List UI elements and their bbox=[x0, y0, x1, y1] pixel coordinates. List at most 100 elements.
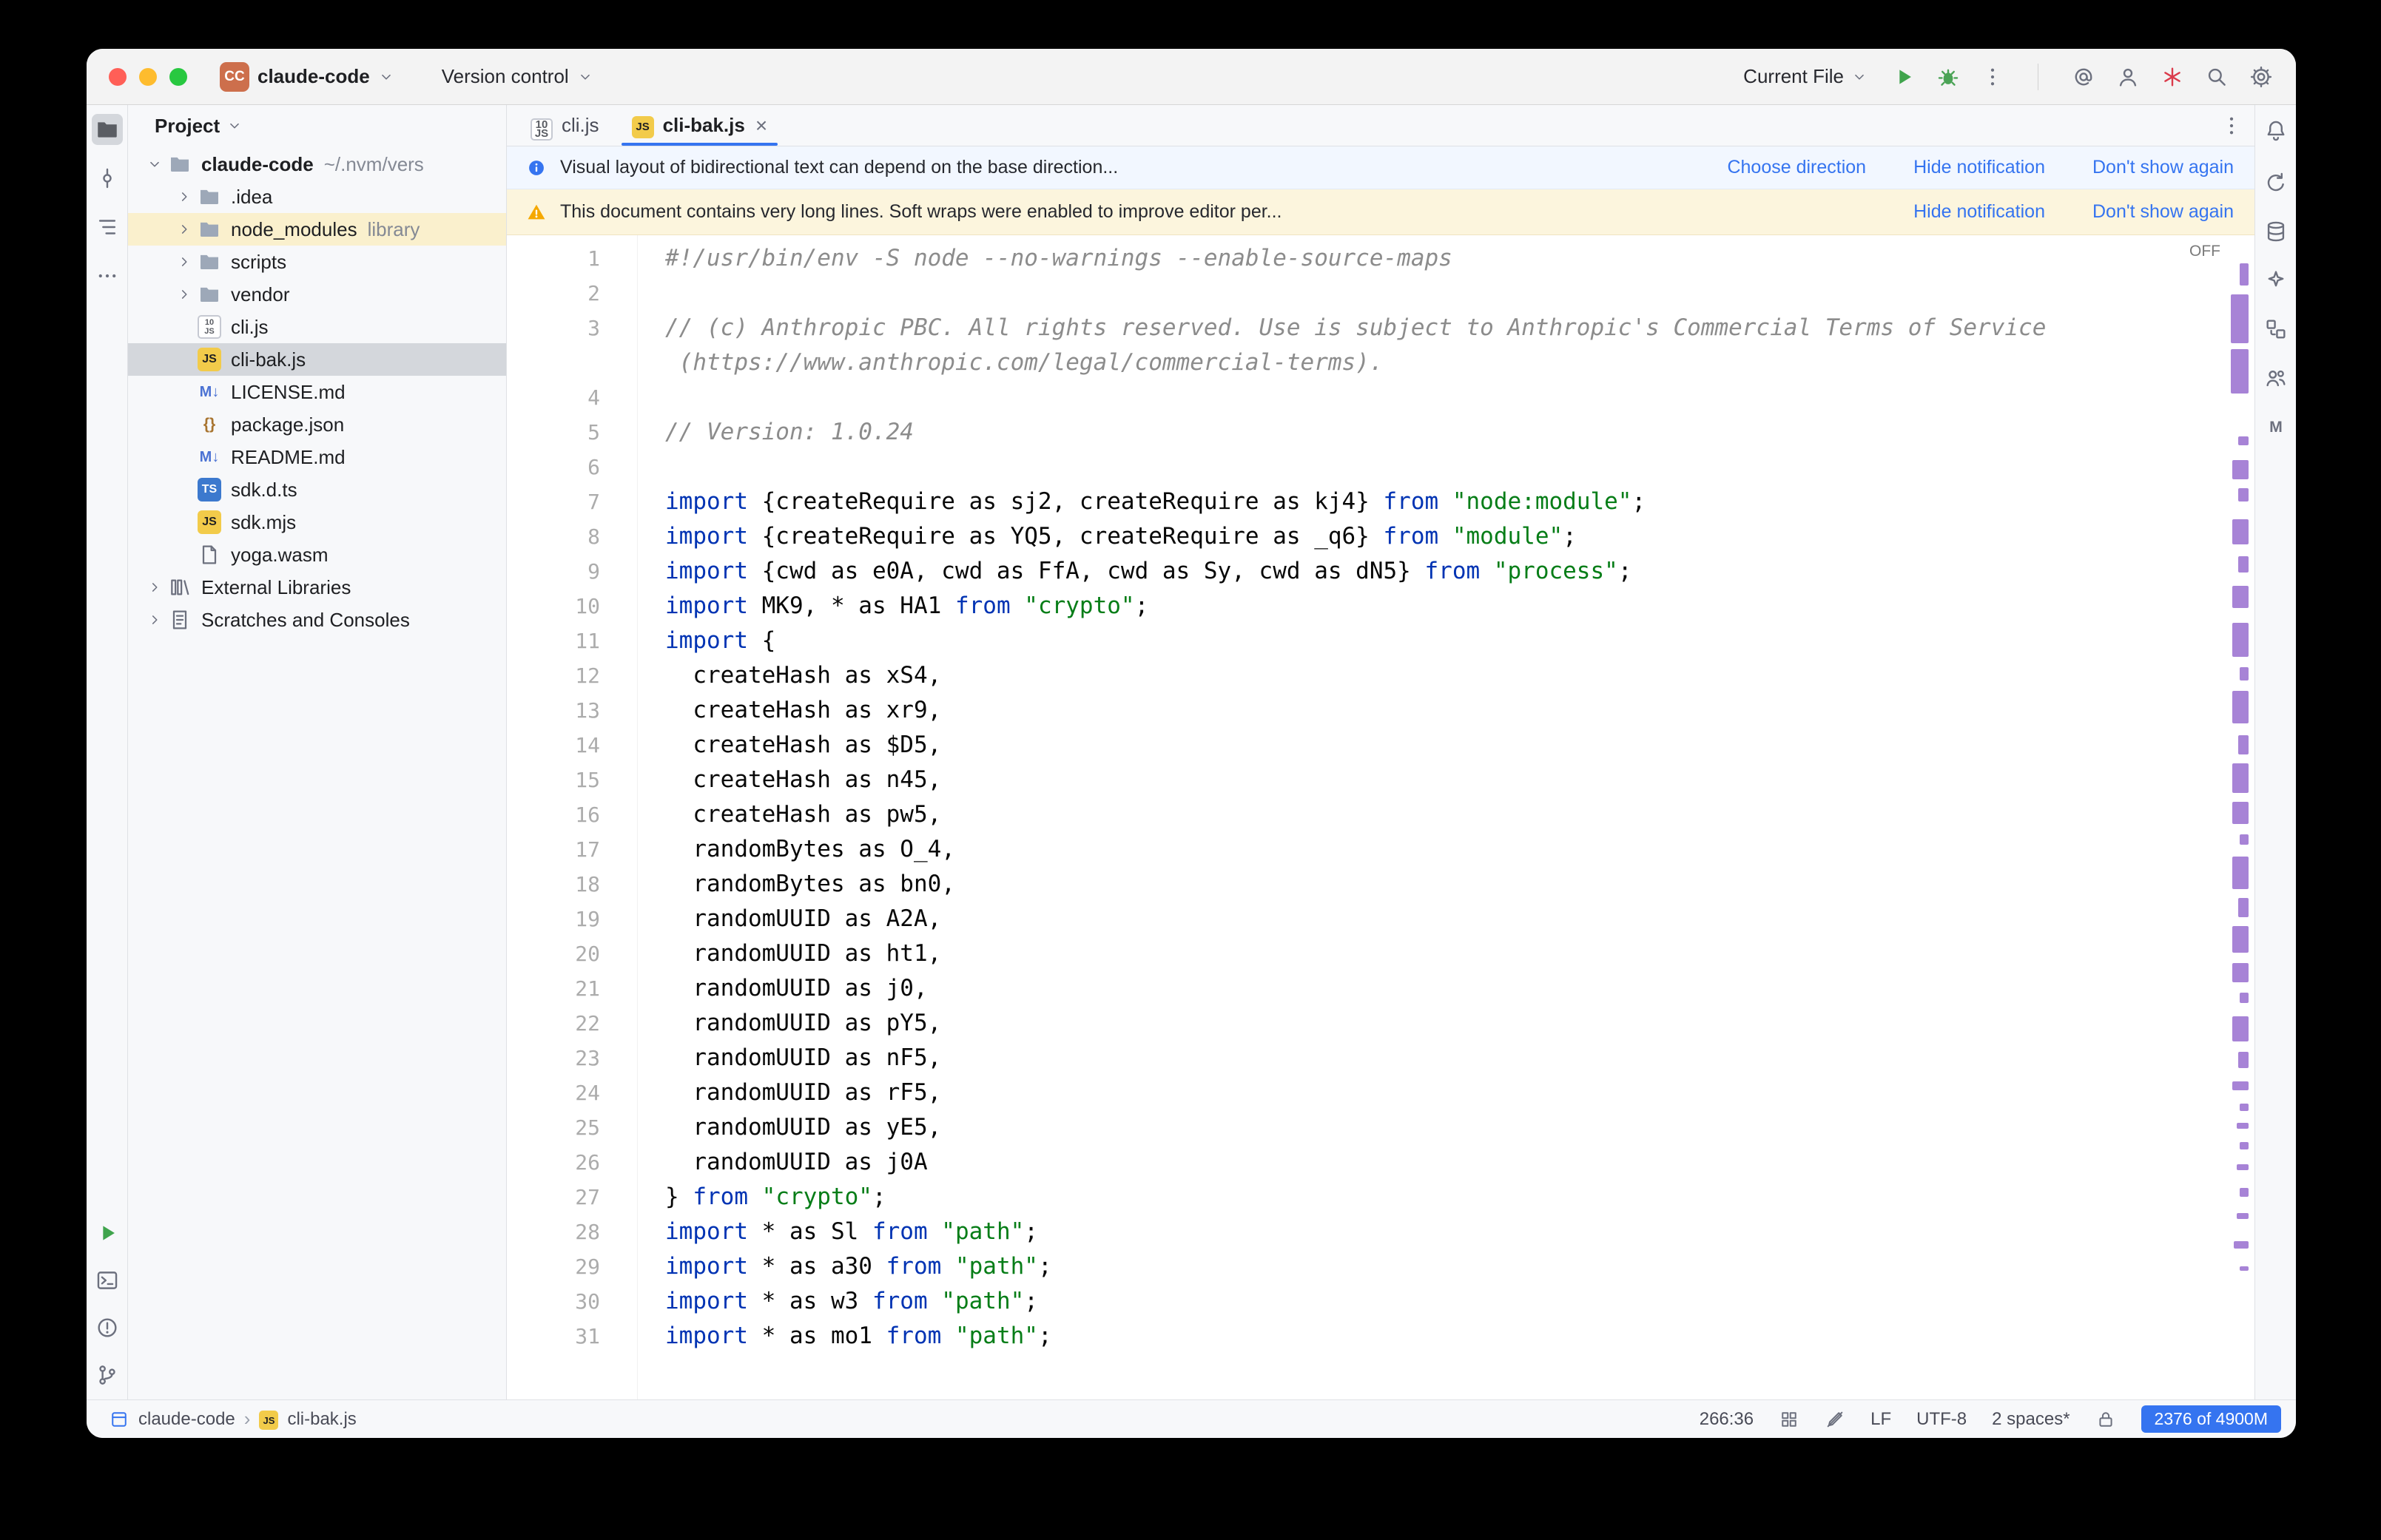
more-tools-button[interactable] bbox=[92, 260, 123, 291]
code-row[interactable]: 7import {createRequire as sj2, createReq… bbox=[507, 484, 2201, 519]
code-row[interactable]: 11import { bbox=[507, 624, 2201, 658]
line-number[interactable]: 29 bbox=[507, 1249, 600, 1284]
debug-button[interactable] bbox=[1936, 64, 1961, 90]
run-tool-button[interactable] bbox=[92, 1218, 123, 1249]
code-row[interactable]: 25 randomUUID as yE5, bbox=[507, 1110, 2201, 1145]
code-row[interactable]: 23 randomUUID as nF5, bbox=[507, 1041, 2201, 1075]
line-number[interactable]: 16 bbox=[507, 797, 600, 832]
database-tool-button[interactable] bbox=[2260, 216, 2291, 247]
line-number[interactable]: 21 bbox=[507, 971, 600, 1006]
commit-tool-button[interactable] bbox=[92, 163, 123, 194]
readonly-toggle[interactable] bbox=[1825, 1409, 1845, 1430]
code-row[interactable]: 26 randomUUID as j0A bbox=[507, 1145, 2201, 1180]
code-row[interactable]: 16 createHash as pw5, bbox=[507, 797, 2201, 832]
tree-item-sdk-mjs[interactable]: JSsdk.mjs bbox=[128, 506, 506, 538]
more-actions-button[interactable] bbox=[1980, 64, 2005, 90]
line-number[interactable]: 22 bbox=[507, 1006, 600, 1041]
tree-item-scratches-and-consoles[interactable]: Scratches and Consoles bbox=[128, 604, 506, 636]
code-row[interactable]: 15 createHash as n45, bbox=[507, 763, 2201, 797]
line-number[interactable]: 26 bbox=[507, 1145, 600, 1180]
mentions-icon[interactable] bbox=[2071, 64, 2096, 90]
code-row[interactable]: 31import * as mo1 from "path"; bbox=[507, 1319, 2201, 1354]
code-row[interactable]: 2 bbox=[507, 276, 2201, 311]
line-number[interactable]: 31 bbox=[507, 1319, 600, 1354]
code-row[interactable]: 18 randomBytes as bn0, bbox=[507, 867, 2201, 902]
tree-item-vendor[interactable]: vendor bbox=[128, 278, 506, 311]
line-number[interactable]: 17 bbox=[507, 832, 600, 867]
chevron-down-icon[interactable] bbox=[141, 156, 168, 172]
chevron-right-icon[interactable] bbox=[171, 221, 198, 237]
line-number[interactable]: 1 bbox=[507, 241, 600, 276]
column-selection[interactable] bbox=[1779, 1409, 1799, 1430]
code-row[interactable]: 20 randomUUID as ht1, bbox=[507, 936, 2201, 971]
hide-notification-link[interactable]: Hide notification bbox=[1913, 157, 2045, 178]
tab-cli-bak-js[interactable]: JS cli-bak.js × bbox=[616, 105, 784, 146]
structure-tool-button[interactable] bbox=[92, 212, 123, 243]
line-number[interactable]: 30 bbox=[507, 1284, 600, 1319]
line-number[interactable]: 11 bbox=[507, 624, 600, 658]
dont-show-again-link[interactable]: Don't show again bbox=[2092, 201, 2234, 223]
line-number[interactable]: 27 bbox=[507, 1180, 600, 1215]
maven-tool-button[interactable]: M bbox=[2260, 411, 2291, 442]
line-number[interactable]: 13 bbox=[507, 693, 600, 728]
tree-item-readme-md[interactable]: M↓README.md bbox=[128, 441, 506, 473]
line-number[interactable]: 7 bbox=[507, 484, 600, 519]
search-everywhere-icon[interactable] bbox=[2204, 64, 2229, 90]
code-row[interactable]: 19 randomUUID as A2A, bbox=[507, 902, 2201, 936]
run-button[interactable] bbox=[1891, 64, 1916, 90]
ai-assistant-tool-button[interactable] bbox=[2260, 265, 2291, 296]
code-row[interactable]: 27} from "crypto"; bbox=[507, 1180, 2201, 1215]
line-number[interactable]: 15 bbox=[507, 763, 600, 797]
line-number[interactable]: 24 bbox=[507, 1075, 600, 1110]
code-row[interactable]: 30import * as w3 from "path"; bbox=[507, 1284, 2201, 1319]
analysis-status[interactable]: OFF bbox=[2189, 243, 2220, 260]
settings-sync-button[interactable] bbox=[2260, 167, 2291, 198]
tree-item-scripts[interactable]: scripts bbox=[128, 246, 506, 278]
tree-item-cli-js[interactable]: 10JScli.js bbox=[128, 311, 506, 343]
chevron-right-icon[interactable] bbox=[171, 254, 198, 270]
settings-icon[interactable] bbox=[2249, 64, 2274, 90]
problems-tool-button[interactable] bbox=[92, 1312, 123, 1343]
scroll-marks[interactable] bbox=[2229, 238, 2249, 1397]
code-row[interactable]: 29import * as a30 from "path"; bbox=[507, 1249, 2201, 1284]
code-row[interactable]: 14 createHash as $D5, bbox=[507, 728, 2201, 763]
code-row[interactable]: 12 createHash as xS4, bbox=[507, 658, 2201, 693]
line-number[interactable]: 23 bbox=[507, 1041, 600, 1075]
line-number[interactable]: 3 bbox=[507, 311, 600, 345]
code-row[interactable]: 28import * as Sl from "path"; bbox=[507, 1215, 2201, 1249]
indent-style[interactable]: 2 spaces* bbox=[1992, 1409, 2070, 1430]
tree-item-node-modules[interactable]: node_moduleslibrary bbox=[128, 213, 506, 246]
memory-indicator[interactable]: 2376 of 4900M bbox=[2141, 1405, 2281, 1433]
tab-cli-js[interactable]: 10JS cli.js bbox=[514, 105, 616, 146]
line-number[interactable]: 6 bbox=[507, 450, 600, 484]
version-control-tool-button[interactable] bbox=[92, 1360, 123, 1391]
line-number[interactable]: 8 bbox=[507, 519, 600, 554]
breadcrumb-file[interactable]: cli-bak.js bbox=[287, 1409, 356, 1430]
code-row[interactable]: 21 randomUUID as j0, bbox=[507, 971, 2201, 1006]
line-number[interactable] bbox=[507, 345, 600, 380]
project-tool-button[interactable] bbox=[92, 114, 123, 145]
tree-item-package-json[interactable]: {}package.json bbox=[128, 408, 506, 441]
notifications-button[interactable] bbox=[2260, 115, 2291, 146]
line-number[interactable]: 5 bbox=[507, 415, 600, 450]
lock-indicator[interactable] bbox=[2095, 1409, 2116, 1430]
line-number[interactable]: 14 bbox=[507, 728, 600, 763]
code-row[interactable]: 4 bbox=[507, 380, 2201, 415]
tab-options-icon[interactable] bbox=[2219, 113, 2244, 138]
tree-item-cli-bak-js[interactable]: JScli-bak.js bbox=[128, 343, 506, 376]
collaboration-tool-button[interactable] bbox=[2260, 362, 2291, 394]
line-number[interactable]: 2 bbox=[507, 276, 600, 311]
dont-show-again-link[interactable]: Don't show again bbox=[2092, 157, 2234, 178]
terminal-tool-button[interactable] bbox=[92, 1265, 123, 1296]
code-row[interactable]: 24 randomUUID as rF5, bbox=[507, 1075, 2201, 1110]
whats-new-icon[interactable] bbox=[2160, 64, 2185, 90]
caret-position[interactable]: 266:36 bbox=[1700, 1409, 1754, 1430]
line-number[interactable]: 20 bbox=[507, 936, 600, 971]
code-row[interactable]: 10import MK9, * as HA1 from "crypto"; bbox=[507, 589, 2201, 624]
code-row[interactable]: 3// (c) Anthropic PBC. All rights reserv… bbox=[507, 311, 2201, 345]
breadcrumb-project[interactable]: claude-code bbox=[138, 1409, 235, 1430]
close-tab-icon[interactable]: × bbox=[755, 114, 767, 138]
line-number[interactable]: 4 bbox=[507, 380, 600, 415]
hide-notification-link[interactable]: Hide notification bbox=[1913, 201, 2045, 223]
tree-item-yoga-wasm[interactable]: yoga.wasm bbox=[128, 538, 506, 571]
